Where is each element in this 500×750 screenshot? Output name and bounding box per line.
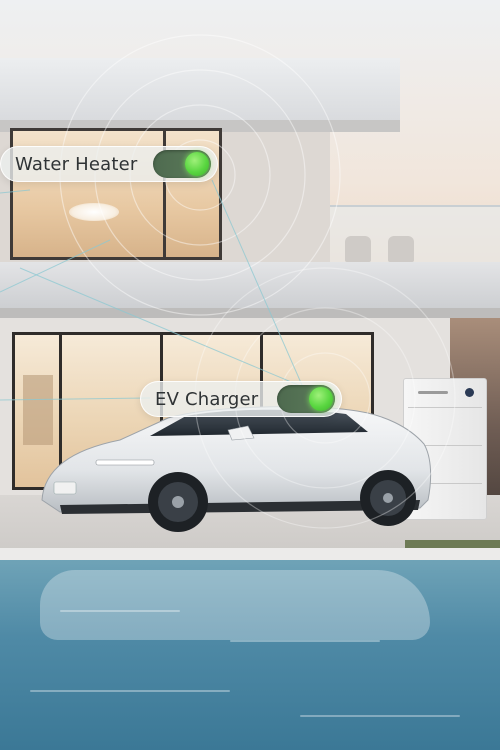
car-front-wheel bbox=[148, 472, 208, 532]
water-heater-toggle[interactable]: Water Heater bbox=[0, 146, 218, 182]
car-license-plate bbox=[53, 481, 77, 495]
toggle-label: Water Heater bbox=[15, 153, 138, 175]
car-rear-wheel bbox=[360, 470, 416, 526]
ev-charger-toggle[interactable]: EV Charger bbox=[140, 381, 342, 417]
toggle-knob bbox=[309, 387, 333, 411]
toggle-label: EV Charger bbox=[155, 388, 259, 410]
toggle-switch[interactable] bbox=[153, 150, 211, 178]
toggle-knob bbox=[185, 152, 209, 176]
toggle-switch[interactable] bbox=[277, 385, 335, 413]
electric-car bbox=[41, 406, 432, 532]
smart-home-scene: Water Heater EV Charger bbox=[0, 0, 500, 750]
car-headlight bbox=[95, 459, 155, 466]
